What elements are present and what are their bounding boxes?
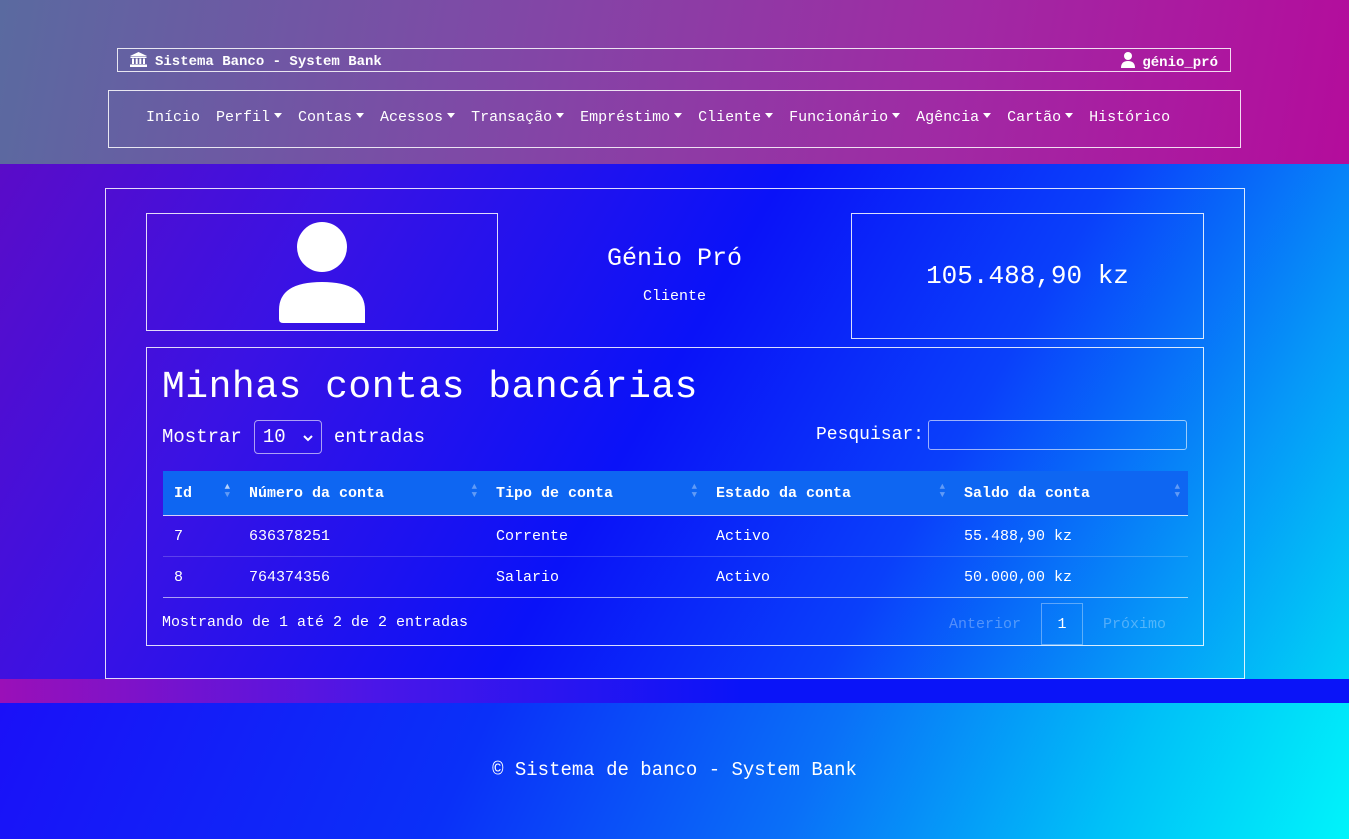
total-balance: 105.488,90 kz xyxy=(926,261,1129,291)
nav-label: Início xyxy=(146,109,201,126)
nav-label: Cliente xyxy=(698,109,762,126)
caret-down-icon xyxy=(983,113,992,118)
search-label: Pesquisar: xyxy=(815,425,924,445)
sort-icon: ▲ ▼ xyxy=(939,482,945,500)
nav-item-inicio[interactable]: Início xyxy=(146,109,200,126)
username: génio_pró xyxy=(1142,54,1218,71)
col-header-label: Id xyxy=(174,484,193,502)
nav-item-agencia[interactable]: Agência xyxy=(916,109,992,126)
section-divider xyxy=(0,679,1349,703)
user-icon xyxy=(1121,52,1136,73)
user-avatar-icon xyxy=(277,222,367,328)
pagination-previous[interactable]: Anterior xyxy=(929,616,1041,633)
cell-account-number: 636378251 xyxy=(238,515,485,557)
col-header-account-status[interactable]: Estado da conta ▲ ▼ xyxy=(705,471,953,516)
balance-box: 105.488,90 kz xyxy=(851,213,1204,339)
col-header-label: Saldo da conta xyxy=(964,484,1091,502)
col-header-balance[interactable]: Saldo da conta ▲ ▼ xyxy=(953,471,1188,516)
accounts-table: Id ▲ ▼ Número da conta ▲ ▼ Tipo de conta ▲ ▼ E… xyxy=(163,471,1188,598)
nav-menu: Início Perfil Contas Acessos Transação E… xyxy=(146,109,1170,126)
header: Sistema Banco - System Bank génio_pró In… xyxy=(0,0,1349,164)
table-header-row: Id ▲ ▼ Número da conta ▲ ▼ Tipo de conta ▲ ▼ E… xyxy=(163,471,1188,516)
nav-label: Funcionário xyxy=(789,109,889,126)
nav-item-acessos[interactable]: Acessos xyxy=(380,109,456,126)
caret-down-icon xyxy=(674,113,683,118)
sort-icon: ▲ ▼ xyxy=(224,482,230,500)
length-suffix: entradas xyxy=(333,426,426,448)
cell-id: 8 xyxy=(163,556,238,598)
nav-label: Agência xyxy=(916,109,980,126)
entries-select[interactable]: 10 xyxy=(253,420,322,454)
profile-role: Cliente xyxy=(642,288,706,305)
pagination: Anterior 1 Próximo xyxy=(929,603,1186,645)
col-header-label: Estado da conta xyxy=(716,484,852,502)
chevron-down-icon xyxy=(303,426,313,448)
bank-icon xyxy=(130,52,147,72)
profile-name: Génio Pró xyxy=(606,244,743,273)
nav-label: Perfil xyxy=(216,109,271,126)
caret-down-icon xyxy=(556,113,565,118)
col-header-label: Número da conta xyxy=(249,484,385,502)
cell-account-status: Activo xyxy=(705,515,953,557)
nav-item-emprestimo[interactable]: Empréstimo xyxy=(580,109,683,126)
col-header-id[interactable]: Id ▲ ▼ xyxy=(163,471,238,516)
table-info: Mostrando de 1 até 2 de 2 entradas xyxy=(162,614,469,631)
nav-item-perfil[interactable]: Perfil xyxy=(216,109,283,126)
cell-balance: 50.000,00 kz xyxy=(953,556,1188,598)
nav-item-transacao[interactable]: Transação xyxy=(471,109,565,126)
sort-icon: ▲ ▼ xyxy=(471,482,477,500)
accounts-panel: Minhas contas bancárias Mostrar 10 entra… xyxy=(146,347,1204,646)
nav-label: Acessos xyxy=(380,109,444,126)
nav-label: Transação xyxy=(471,109,553,126)
caret-down-icon xyxy=(765,113,774,118)
top-bar: Sistema Banco - System Bank génio_pró xyxy=(117,48,1231,72)
nav-item-historico[interactable]: Histórico xyxy=(1089,109,1170,126)
brand[interactable]: Sistema Banco - System Bank xyxy=(130,52,382,72)
cell-account-number: 764374356 xyxy=(238,556,485,598)
length-prefix: Mostrar xyxy=(162,426,242,448)
sort-icon: ▲ ▼ xyxy=(691,482,697,500)
caret-down-icon xyxy=(356,113,365,118)
cell-account-type: Salario xyxy=(485,556,705,598)
col-header-label: Tipo de conta xyxy=(496,484,614,502)
nav-label: Histórico xyxy=(1089,109,1171,126)
caret-down-icon xyxy=(447,113,456,118)
user-menu[interactable]: génio_pró xyxy=(1121,52,1218,73)
nav-item-funcionario[interactable]: Funcionário xyxy=(789,109,901,126)
pagination-next[interactable]: Próximo xyxy=(1083,616,1186,633)
table-row[interactable]: 7 636378251 Corrente Activo 55.488,90 kz xyxy=(163,515,1188,557)
nav-item-cliente[interactable]: Cliente xyxy=(698,109,774,126)
cell-account-status: Activo xyxy=(705,556,953,598)
nav-label: Empréstimo xyxy=(580,109,671,126)
col-header-account-type[interactable]: Tipo de conta ▲ ▼ xyxy=(485,471,705,516)
main-navbar: Início Perfil Contas Acessos Transação E… xyxy=(108,90,1241,148)
caret-down-icon xyxy=(1065,113,1074,118)
accounts-title: Minhas contas bancárias xyxy=(162,366,698,409)
copyright: © Sistema de banco - System Bank xyxy=(492,759,857,781)
sort-icon: ▲ ▼ xyxy=(1174,482,1180,500)
cell-account-type: Corrente xyxy=(485,515,705,557)
caret-down-icon xyxy=(892,113,901,118)
caret-down-icon xyxy=(274,113,283,118)
nav-item-cartao[interactable]: Cartão xyxy=(1007,109,1074,126)
table-row[interactable]: 8 764374356 Salario Activo 50.000,00 kz xyxy=(163,556,1188,598)
cell-id: 7 xyxy=(163,515,238,557)
search-control: Pesquisar: xyxy=(816,420,1187,450)
pagination-page-current[interactable]: 1 xyxy=(1040,603,1083,645)
entries-length-control: Mostrar 10 entradas xyxy=(162,420,425,454)
col-header-account-number[interactable]: Número da conta ▲ ▼ xyxy=(238,471,485,516)
nav-label: Contas xyxy=(298,109,353,126)
nav-item-contas[interactable]: Contas xyxy=(298,109,365,126)
cell-balance: 55.488,90 kz xyxy=(953,515,1188,557)
nav-label: Cartão xyxy=(1007,109,1062,126)
avatar-box xyxy=(146,213,498,331)
search-input[interactable] xyxy=(928,420,1187,450)
entries-select-value: 10 xyxy=(262,426,286,448)
brand-label: Sistema Banco - System Bank xyxy=(155,54,382,70)
